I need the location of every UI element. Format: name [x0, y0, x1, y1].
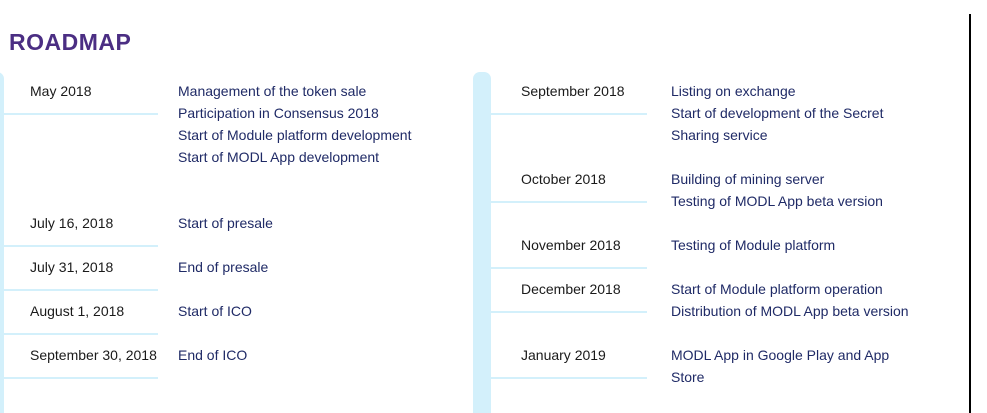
roadmap-events: End of ICO	[178, 344, 418, 366]
roadmap-date: September 2018	[521, 83, 625, 99]
roadmap-column-right: September 2018 Listing on exchange Start o…	[473, 72, 953, 413]
roadmap-event: Testing of MODL App beta version	[671, 193, 883, 209]
timeline-rail	[0, 72, 4, 413]
date-underline	[491, 267, 647, 269]
date-underline	[491, 113, 647, 115]
page-edge-divider	[969, 14, 971, 413]
roadmap-event: End of ICO	[178, 347, 248, 363]
roadmap-column-left: May 2018 Management of the token sale Part…	[0, 72, 460, 413]
roadmap-event: Start of development of the Secret Shari…	[671, 105, 884, 143]
date-underline	[4, 245, 158, 247]
roadmap-date: July 16, 2018	[30, 215, 114, 231]
page-title: ROADMAP	[9, 29, 132, 55]
date-underline	[491, 311, 647, 313]
roadmap-event: Management of the token sale	[178, 83, 367, 99]
roadmap-events: MODL App in Google Play and App Store	[671, 344, 916, 388]
roadmap-date: July 31, 2018	[30, 259, 114, 275]
roadmap-date: May 2018	[30, 83, 92, 99]
date-underline	[491, 377, 647, 379]
roadmap-event: End of presale	[178, 259, 269, 275]
roadmap-event: Start of MODL App development	[178, 149, 380, 165]
date-underline	[491, 201, 647, 203]
roadmap-date: September 30, 2018	[30, 347, 157, 363]
roadmap-event: Start of ICO	[178, 303, 252, 319]
roadmap-event: Start of Module platform development	[178, 127, 412, 143]
roadmap-date: December 2018	[521, 281, 621, 297]
roadmap-date: August 1, 2018	[30, 303, 125, 319]
roadmap-event: Participation in Consensus 2018	[178, 105, 379, 121]
date-underline	[4, 377, 158, 379]
roadmap-events: Start of ICO	[178, 300, 418, 322]
roadmap-date: October 2018	[521, 171, 606, 187]
roadmap-events: End of presale	[178, 256, 418, 278]
roadmap-event: Start of presale	[178, 215, 273, 231]
roadmap-events: Building of mining server Testing of MODL…	[671, 168, 916, 212]
roadmap-events: Testing of Module platform	[671, 234, 916, 256]
roadmap-event: Start of Module platform operation	[671, 281, 883, 297]
roadmap-events: Listing on exchange Start of development …	[671, 80, 916, 146]
date-underline	[4, 289, 158, 291]
timeline-rail	[473, 72, 491, 413]
roadmap-events: Start of presale	[178, 212, 418, 234]
roadmap-event: Distribution of MODL App beta version	[671, 303, 909, 319]
roadmap-events: Management of the token sale Participatio…	[178, 80, 418, 168]
date-underline	[4, 333, 158, 335]
roadmap-events: Start of Module platform operation Distri…	[671, 278, 916, 322]
roadmap-event: Testing of Module platform	[671, 237, 836, 253]
roadmap-event: MODL App in Google Play and App Store	[671, 347, 890, 385]
date-underline	[4, 113, 158, 115]
roadmap-event: Building of mining server	[671, 171, 825, 187]
roadmap-date: January 2019	[521, 347, 606, 363]
roadmap-page: ROADMAP May 2018 Management of the token …	[0, 0, 987, 413]
roadmap-event: Listing on exchange	[671, 83, 796, 99]
roadmap-date: November 2018	[521, 237, 621, 253]
